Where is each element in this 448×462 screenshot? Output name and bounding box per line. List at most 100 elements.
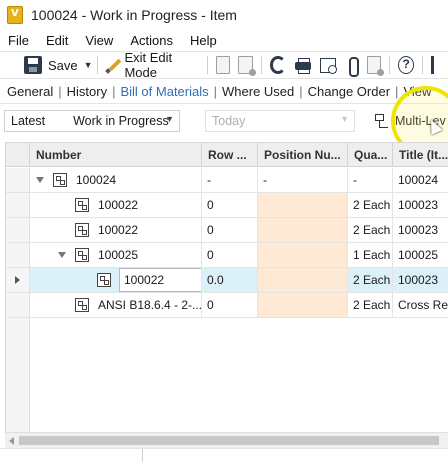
number-cell[interactable]: 100022 [30,268,202,292]
row-indicator [6,218,30,242]
save-label: Save [48,57,78,73]
position-cell[interactable] [258,268,348,292]
collapse-icon[interactable] [58,252,66,258]
row-order-cell[interactable]: 0.0 [202,268,258,292]
tab-history[interactable]: History [62,84,112,99]
quantity-cell[interactable]: 2 Each [348,193,393,217]
save-dropdown-icon[interactable]: ▼ [84,60,93,70]
position-cell[interactable] [258,193,348,217]
row-indicator [6,293,30,317]
menu-view[interactable]: View [77,33,122,48]
row-indicator [6,243,30,267]
toolbar: Save ▼ Exit Edit Mode ? [0,50,448,80]
position-cell[interactable]: - [258,168,348,192]
position-cell[interactable] [258,218,348,242]
number-cell[interactable]: ANSI B18.6.4 - 2-... [30,293,202,317]
add-attachment-icon[interactable] [238,56,257,76]
print-preview-icon[interactable] [319,56,337,74]
column-position-number[interactable]: Position Nu... [258,143,348,167]
settings-icon[interactable] [366,56,385,76]
scrollbar-thumb[interactable] [19,436,439,445]
item-icon [97,273,111,287]
quantity-cell[interactable]: 2 Each [348,218,393,242]
menu-edit[interactable]: Edit [38,33,77,48]
title-cell[interactable]: 100023 [393,193,448,217]
tab-bill-of-materials[interactable]: Bill of Materials [115,84,213,99]
tab-where-used[interactable]: Where Used [217,84,299,99]
row-order-cell[interactable]: - [202,168,258,192]
table-row[interactable]: ANSI B18.6.4 - 2-... 0 2 Each Cross Rec [6,293,448,318]
date-select: Today ▼ [205,110,355,132]
chevron-down-icon: ▼ [165,114,174,124]
tab-strip: General | History | Bill of Materials | … [0,80,448,104]
row-order-cell[interactable]: 0 [202,243,258,267]
item-number: 100022 [98,198,139,212]
title-cell[interactable]: 100025 [393,243,448,267]
vault-app-icon[interactable] [7,5,23,24]
date-value: Today [212,114,246,128]
title-cell[interactable]: Cross Rec [393,293,448,317]
title-bar: 100024 - Work in Progress - Item [0,0,448,29]
tab-change-order[interactable]: Change Order [303,84,395,99]
row-order-cell[interactable]: 0 [202,218,258,242]
toolbar-separator [96,56,98,74]
exit-edit-mode-button[interactable]: Exit Edit Mode [101,50,203,80]
menu-help[interactable]: Help [182,33,226,48]
position-cell[interactable] [258,243,348,267]
menu-file[interactable]: File [0,33,38,48]
version-select[interactable]: Latest Work in Progress ▼ [4,110,180,132]
column-number[interactable]: Number [30,143,202,167]
collapse-icon[interactable] [36,177,44,183]
item-number: 100024 [76,173,117,187]
item-icon [75,298,89,312]
attachment-icon[interactable] [343,56,359,77]
title-cell[interactable]: 100023 [393,268,448,292]
table-row[interactable]: 100024 - - - 100024 [6,168,448,193]
exit-edit-mode-label: Exit Edit Mode [124,50,173,80]
current-row-arrow-icon [15,276,20,284]
menu-actions[interactable]: Actions [122,33,182,48]
number-cell[interactable]: 100024 [30,168,202,192]
item-icon [53,173,67,187]
tab-general[interactable]: General [0,84,58,99]
save-icon [24,56,42,74]
pencil-icon [105,56,121,74]
number-cell[interactable]: 100022 [30,193,202,217]
copy-design-icon[interactable] [215,56,231,74]
refresh-icon[interactable] [269,56,287,74]
row-order-cell[interactable]: 0 [202,193,258,217]
scroll-left-icon[interactable] [9,437,14,445]
column-quantity[interactable]: Qua... [348,143,393,167]
status-divider [142,449,143,462]
chevron-down-icon: ▼ [340,114,349,124]
number-cell[interactable]: 100025 [30,243,202,267]
quantity-cell[interactable]: - [348,168,393,192]
item-number: 100025 [98,248,139,262]
table-row[interactable]: 100025 0 1 Each 100025 [6,243,448,268]
item-icon [75,198,89,212]
grid-header: Number Row ... Position Nu... Qua... Tit… [6,143,448,167]
quantity-cell[interactable]: 2 Each [348,268,393,292]
title-cell[interactable]: 100024 [393,168,448,192]
quantity-cell[interactable]: 2 Each [348,293,393,317]
item-number: 100022 [98,223,139,237]
table-row[interactable]: 100022 0 2 Each 100023 [6,193,448,218]
title-cell[interactable]: 100023 [393,218,448,242]
column-title[interactable]: Title (It... [393,143,448,167]
table-row[interactable]: 100022 0 2 Each 100023 [6,218,448,243]
more-icon[interactable] [431,56,444,74]
item-icon [75,248,89,262]
number-cell[interactable]: 100022 [30,218,202,242]
print-icon[interactable] [294,56,312,74]
column-row-order[interactable]: Row ... [202,143,258,167]
save-button[interactable]: Save [0,53,82,77]
horizontal-scrollbar[interactable] [5,432,448,448]
help-icon[interactable]: ? [398,56,415,74]
table-row-selected[interactable]: 100022 0.0 2 Each 100023 [6,268,448,293]
row-indicator [6,168,30,192]
row-order-cell[interactable]: 0 [202,293,258,317]
quantity-cell[interactable]: 1 Each [348,243,393,267]
window-title: 100024 - Work in Progress - Item [31,6,237,23]
toolbar-separator [260,56,262,74]
position-cell[interactable] [258,293,348,317]
